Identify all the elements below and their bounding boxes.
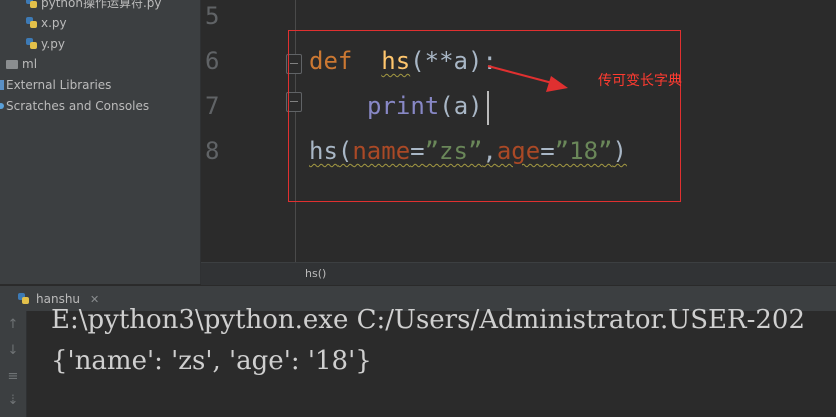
run-console[interactable]: E:\python3\python.exe C:/Users/Administr… (27, 305, 836, 417)
equals: = (410, 137, 425, 165)
builtin-print: print (367, 92, 440, 120)
python-run-icon (18, 293, 30, 305)
kwarg-name: name (352, 137, 411, 165)
line-number: 5 (205, 2, 220, 30)
python-file-icon (26, 0, 38, 9)
console-output-line: E:\python3\python.exe C:/Users/Administr… (51, 305, 805, 335)
equals: = (540, 137, 555, 165)
paren-open: ( (337, 137, 353, 165)
arrow-up-icon[interactable]: ↑ (3, 315, 23, 335)
soft-wrap-icon[interactable]: ≡ (3, 367, 23, 387)
param-a: a (453, 47, 468, 75)
annotation-text: 传可变长字典 (598, 73, 682, 89)
fold-marker-icon[interactable] (286, 92, 302, 112)
python-file-icon (26, 17, 38, 29)
paren-close: ) (612, 137, 627, 165)
tree-item-label: ml (22, 57, 38, 71)
library-icon (0, 80, 4, 90)
gutter-divider (295, 0, 296, 262)
string-zs: ”zs” (424, 137, 483, 165)
console-output-line: {'name': 'zs', 'age': '18'} (51, 346, 372, 376)
tree-item-y-py[interactable]: y.py (26, 34, 65, 54)
tree-item-ml[interactable]: ml (6, 54, 37, 74)
tree-item-scratches-consoles[interactable]: Scratches and Consoles (0, 96, 149, 116)
line-number: 7 (205, 92, 220, 120)
paren-close: ) (467, 47, 483, 75)
function-call: hs (309, 137, 338, 165)
tree-item-label: External Libraries (6, 78, 112, 92)
paren-open: ( (410, 47, 425, 75)
tree-item-label: y.py (41, 37, 65, 51)
print-args: (a) (439, 92, 483, 120)
code-line-6: def hs(**a): (309, 47, 497, 75)
code-line-8: hs(name=”zs”,age=”18”) (309, 137, 627, 165)
breadcrumb-bar: hs() (201, 262, 836, 285)
code-editor[interactable] (201, 0, 836, 262)
tree-item-external-libraries[interactable]: External Libraries (0, 75, 111, 95)
colon: : (482, 47, 497, 75)
run-tab-label: hanshu (36, 292, 81, 306)
code-line-7: print(a) (367, 92, 483, 120)
kwarg-age: age (496, 137, 541, 165)
comma: , (482, 137, 497, 165)
arrow-down-icon[interactable]: ↓ (3, 341, 23, 361)
kwargs-operator: ** (424, 47, 454, 75)
tree-item-label: x.py (41, 16, 67, 30)
tree-item-label: Scratches and Consoles (6, 99, 150, 113)
breadcrumb[interactable]: hs() (305, 267, 326, 280)
tree-item-python-operators[interactable]: python操作运算符.py (26, 0, 162, 13)
run-toolbar: ↑ ↓ ≡ ⇣ (0, 311, 27, 417)
tree-item-label: python操作运算符.py (41, 0, 162, 10)
function-name: hs (381, 47, 411, 75)
folder-icon (6, 60, 18, 69)
scroll-to-end-icon[interactable]: ⇣ (3, 391, 23, 411)
line-number: 8 (205, 137, 220, 165)
line-number: 6 (205, 47, 220, 75)
python-file-icon (26, 38, 38, 50)
string-18: ”18” (554, 137, 613, 165)
project-tree-panel: python操作运算符.py x.py y.py ml External Lib… (0, 0, 201, 284)
scratches-icon (0, 103, 4, 109)
text-caret (487, 91, 489, 125)
keyword-def: def (309, 47, 353, 75)
tree-item-x-py[interactable]: x.py (26, 13, 67, 33)
fold-marker-icon[interactable] (286, 54, 302, 74)
